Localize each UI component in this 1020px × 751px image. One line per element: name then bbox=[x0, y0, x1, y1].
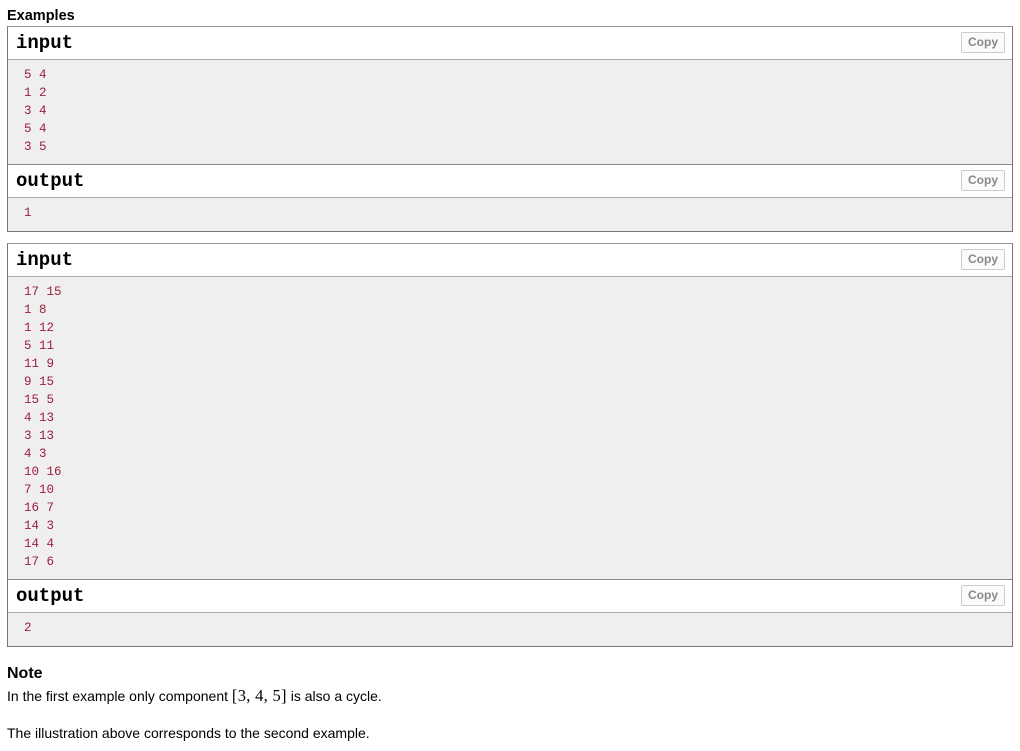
output-label: output bbox=[16, 585, 85, 607]
examples-heading: Examples bbox=[7, 8, 75, 24]
note-paragraph-2: The illustration above corresponds to th… bbox=[7, 725, 370, 741]
sample-test-1-input-title: input Copy bbox=[8, 27, 1012, 60]
sample-test-1-input-data: 5 4 1 2 3 4 5 4 3 5 bbox=[8, 60, 1012, 164]
copy-output-button-1[interactable]: Copy bbox=[961, 170, 1005, 191]
input-label: input bbox=[16, 249, 74, 271]
sample-test-2: input Copy 17 15 1 8 1 12 5 11 11 9 9 15… bbox=[7, 243, 1013, 647]
sample-test-1-output-title: output Copy bbox=[8, 165, 1012, 198]
note-paragraph-1-text-after: is also a cycle. bbox=[286, 688, 382, 704]
sample-test-2-output-data: 2 bbox=[8, 613, 1012, 646]
sample-test-2-output-title: output Copy bbox=[8, 580, 1012, 613]
sample-test-1-output-data: 1 bbox=[8, 198, 1012, 231]
sample-test-2-output-block: output Copy 2 bbox=[8, 580, 1012, 646]
note-heading: Note bbox=[7, 665, 43, 682]
sample-tests-container: input Copy 5 4 1 2 3 4 5 4 3 5 output Co… bbox=[0, 26, 1020, 647]
sample-test-2-input-data: 17 15 1 8 1 12 5 11 11 9 9 15 15 5 4 13 … bbox=[8, 277, 1012, 579]
sample-test-1: input Copy 5 4 1 2 3 4 5 4 3 5 output Co… bbox=[7, 26, 1013, 232]
sample-test-1-output-block: output Copy 1 bbox=[8, 165, 1012, 231]
note-paragraph-1: In the first example only component [3, … bbox=[7, 686, 1013, 706]
sample-test-2-input-title: input Copy bbox=[8, 244, 1012, 277]
copy-input-button-1[interactable]: Copy bbox=[961, 32, 1005, 53]
copy-output-button-2[interactable]: Copy bbox=[961, 585, 1005, 606]
note-paragraph-1-text-before: In the first example only component bbox=[7, 688, 232, 704]
sample-test-1-input-block: input Copy 5 4 1 2 3 4 5 4 3 5 bbox=[8, 27, 1012, 164]
problem-statement-page: Examples input Copy 5 4 1 2 3 4 5 4 3 5 … bbox=[0, 0, 1020, 743]
note-section: Note In the first example only component… bbox=[0, 656, 1020, 743]
input-label: input bbox=[16, 32, 74, 54]
copy-input-button-2[interactable]: Copy bbox=[961, 249, 1005, 270]
output-label: output bbox=[16, 170, 85, 192]
sample-test-2-input-block: input Copy 17 15 1 8 1 12 5 11 11 9 9 15… bbox=[8, 244, 1012, 579]
note-paragraph-1-math: [3, 4, 5] bbox=[231, 686, 287, 705]
